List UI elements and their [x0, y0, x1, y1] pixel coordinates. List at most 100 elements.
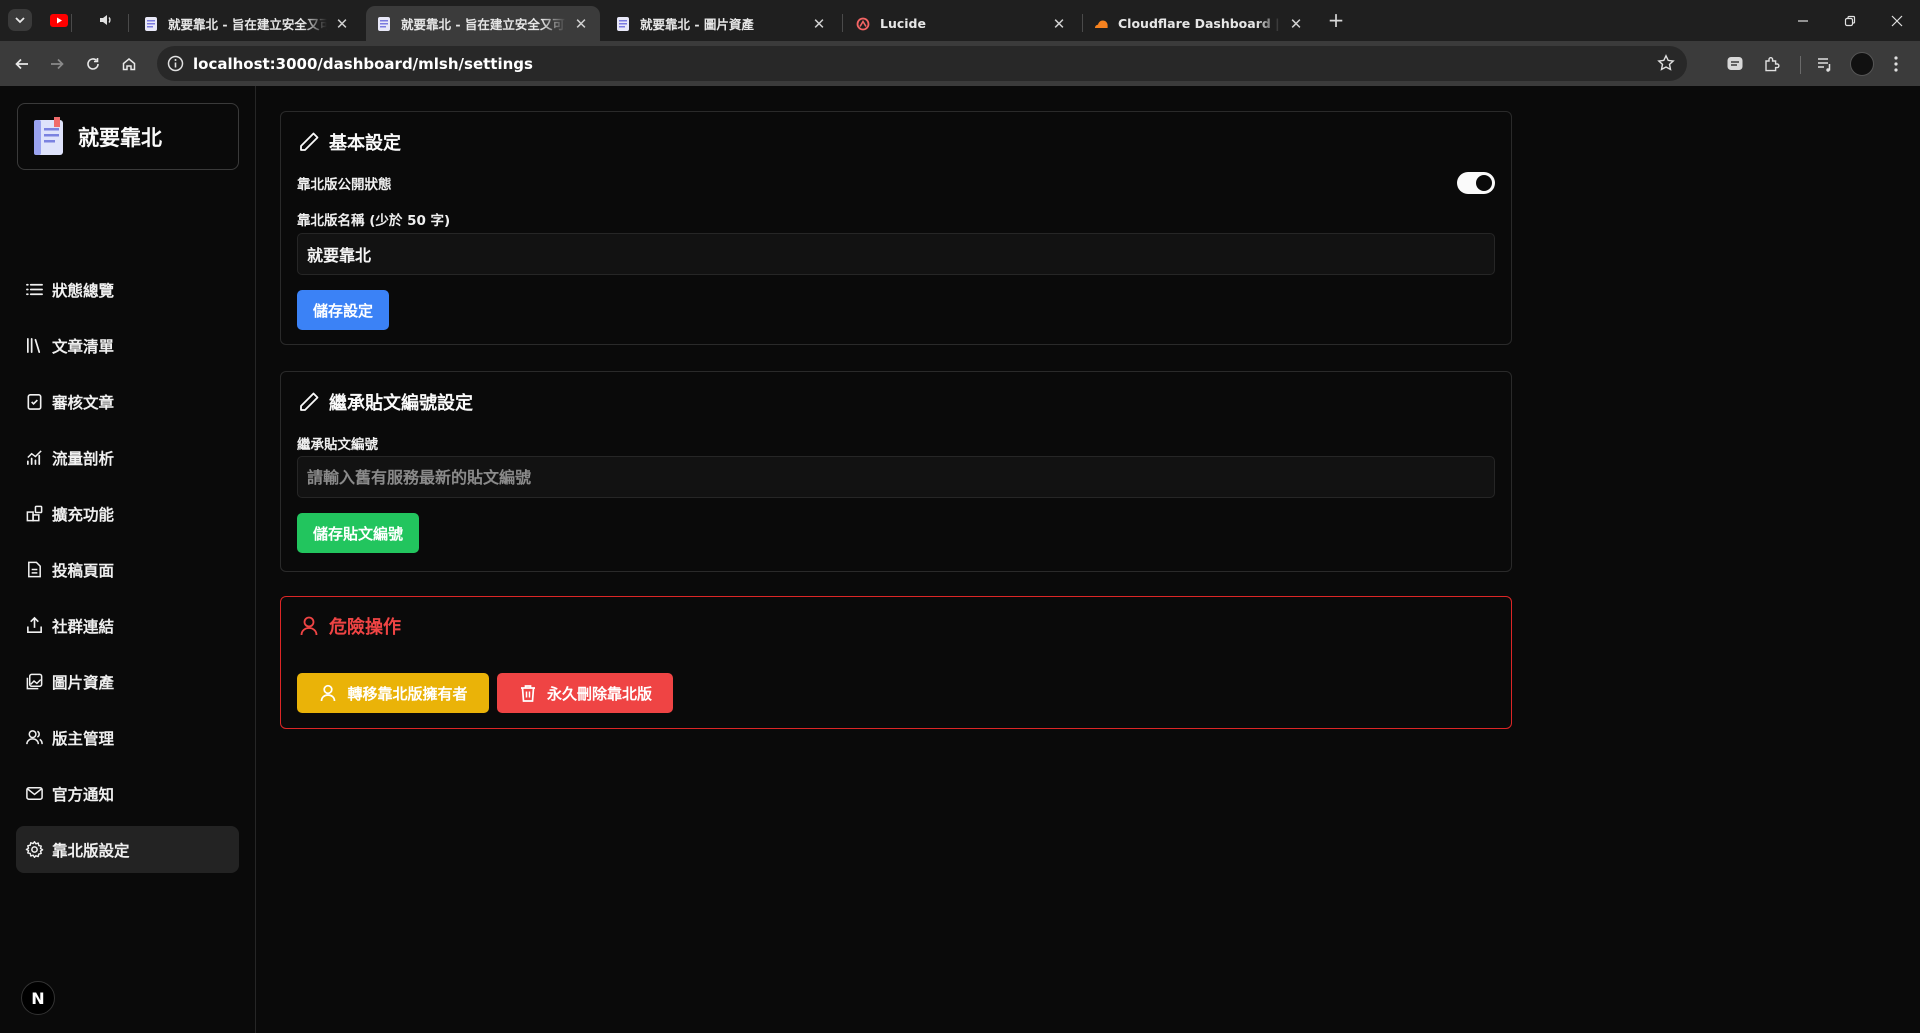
more-vertical-icon: [1894, 56, 1898, 72]
save-settings-button[interactable]: 儲存設定: [297, 290, 390, 330]
gear-icon: [25, 840, 44, 859]
danger-zone-card: 危險操作 轉移靠北版擁有者 永久刪除靠北版: [280, 596, 1512, 729]
minimize-button[interactable]: [1780, 0, 1826, 41]
arrow-left-icon: [15, 58, 28, 70]
tab-title: 就要靠北 - 旨在建立安全又可靠: [168, 17, 327, 32]
playlist-icon: [1818, 58, 1831, 72]
document-favicon-icon: [376, 16, 392, 32]
toggle-knob: [1476, 175, 1492, 191]
close-window-button[interactable]: [1874, 0, 1920, 41]
sidebar-item-moderators[interactable]: 版主管理: [16, 714, 239, 761]
sidebar-item-label: 擴充功能: [52, 505, 115, 524]
reload-button[interactable]: [80, 51, 106, 77]
close-icon[interactable]: ✕: [333, 15, 351, 33]
speaker-icon: [100, 15, 111, 25]
danger-zone-title: 危險操作: [297, 613, 401, 639]
bookmark-star-icon[interactable]: [1657, 54, 1675, 72]
user-icon: [300, 616, 318, 636]
youtube-icon: [50, 13, 68, 27]
tab-title: 就要靠北 - 旨在建立安全又可靠: [401, 17, 566, 32]
extension-chat-button[interactable]: [1722, 51, 1748, 77]
sidebar-item-social[interactable]: 社群連結: [16, 602, 239, 649]
images-icon: [26, 673, 43, 690]
sidebar: 就要靠北 狀態總覽 文章清單 審核文章 流量剖析 擴充功能 投稿頁面 社群連結 …: [0, 86, 256, 1033]
tab-lucide[interactable]: Lucide ✕: [845, 6, 1078, 41]
tab-search-button[interactable]: [8, 9, 32, 31]
brand-name: 就要靠北: [78, 125, 162, 150]
sidebar-item-posts[interactable]: 文章清單: [16, 322, 239, 369]
sidebar-item-label: 圖片資產: [52, 673, 115, 692]
restore-button[interactable]: [1827, 0, 1873, 41]
inherit-number-label: 繼承貼文編號: [297, 437, 378, 453]
pinned-tab-youtube[interactable]: [49, 10, 69, 30]
sidebar-item-label: 投稿頁面: [52, 561, 115, 580]
sidebar-item-extensions[interactable]: 擴充功能: [16, 490, 239, 537]
home-button[interactable]: [116, 51, 142, 77]
public-status-toggle[interactable]: [1457, 172, 1495, 194]
sidebar-item-images[interactable]: 圖片資產: [16, 658, 239, 705]
transfer-owner-button[interactable]: 轉移靠北版擁有者: [297, 673, 489, 713]
profile-avatar[interactable]: [1850, 52, 1874, 76]
nextjs-badge[interactable]: N: [21, 981, 55, 1015]
tab-jiuyao-1[interactable]: 就要靠北 - 旨在建立安全又可靠 ✕: [133, 6, 361, 41]
library-icon: [26, 337, 41, 354]
browser-menu-button[interactable]: [1883, 51, 1909, 77]
close-icon: [1891, 15, 1903, 26]
document-favicon-icon: [143, 16, 159, 32]
browser-tab-bar: 就要靠北 - 旨在建立安全又可靠 ✕ 就要靠北 - 旨在建立安全又可靠 ✕ 就要…: [0, 0, 1920, 41]
close-icon[interactable]: ✕: [1050, 15, 1068, 33]
list-icon: [26, 283, 43, 296]
chart-icon: [26, 450, 42, 466]
cloudflare-favicon-icon: [1093, 16, 1109, 32]
brand-card[interactable]: 就要靠北: [17, 103, 239, 170]
save-post-number-button[interactable]: 儲存貼文編號: [297, 513, 420, 553]
blocks-icon: [26, 505, 43, 522]
close-icon[interactable]: ✕: [1287, 15, 1305, 33]
home-icon: [122, 58, 136, 71]
tab-jiuyao-2[interactable]: 就要靠北 - 旨在建立安全又可靠 ✕: [366, 6, 600, 41]
button-label: 永久刪除靠北版: [546, 684, 652, 703]
close-icon[interactable]: ✕: [810, 15, 828, 33]
sidebar-item-notifications[interactable]: 官方通知: [16, 770, 239, 817]
sidebar-item-overview[interactable]: 狀態總覽: [16, 266, 239, 313]
notebook-logo-icon: [34, 116, 63, 155]
lucide-favicon-icon: [855, 16, 871, 32]
mail-icon: [26, 787, 43, 800]
puzzle-icon: [1765, 57, 1780, 72]
close-icon[interactable]: ✕: [572, 15, 590, 33]
sidebar-item-review[interactable]: 審核文章: [16, 378, 239, 425]
minimize-icon: [1798, 19, 1808, 22]
tab-cloudflare[interactable]: Cloudflare Dashboard | Manage ✕: [1083, 6, 1315, 41]
chat-extension-icon: [1727, 57, 1743, 70]
card-title-text: 危險操作: [329, 617, 401, 638]
trash-icon: [520, 685, 535, 702]
forward-button[interactable]: [44, 51, 70, 77]
sidebar-item-label: 審核文章: [52, 393, 115, 412]
button-label: 轉移靠北版擁有者: [347, 684, 468, 703]
chevron-down-icon: [15, 17, 25, 24]
delete-board-button[interactable]: 永久刪除靠北版: [497, 673, 673, 713]
extensions-button[interactable]: [1759, 51, 1785, 77]
file-text-icon: [28, 561, 41, 578]
tab-title: Lucide: [880, 16, 926, 31]
inherit-number-input[interactable]: [297, 456, 1495, 498]
back-button[interactable]: [9, 51, 35, 77]
tab-jiuyao-images[interactable]: 就要靠北 - 圖片資產 ✕: [605, 6, 838, 41]
inherit-settings-title: 繼承貼文編號設定: [297, 389, 473, 415]
info-icon[interactable]: [166, 54, 185, 73]
arrow-right-icon: [51, 58, 64, 70]
pinned-tab-audio[interactable]: [96, 10, 116, 30]
card-title-text: 繼承貼文編號設定: [329, 393, 473, 414]
share-icon: [27, 616, 42, 633]
new-tab-button[interactable]: +: [1325, 8, 1347, 32]
tab-title: Cloudflare Dashboard | Manage: [1118, 16, 1281, 31]
sidebar-item-submit-page[interactable]: 投稿頁面: [16, 546, 239, 593]
url-text[interactable]: localhost:3000/dashboard/mlsh/settings: [193, 55, 533, 73]
sidebar-item-settings[interactable]: 靠北版設定: [16, 826, 239, 873]
board-name-label: 靠北版名稱 (少於 50 字): [297, 213, 451, 229]
sidebar-item-analytics[interactable]: 流量剖析: [16, 434, 239, 481]
media-control-button[interactable]: [1812, 51, 1838, 77]
board-name-input[interactable]: [297, 233, 1495, 275]
browser-toolbar: localhost:3000/dashboard/mlsh/settings: [0, 41, 1920, 86]
address-bar[interactable]: localhost:3000/dashboard/mlsh/settings: [157, 46, 1687, 81]
